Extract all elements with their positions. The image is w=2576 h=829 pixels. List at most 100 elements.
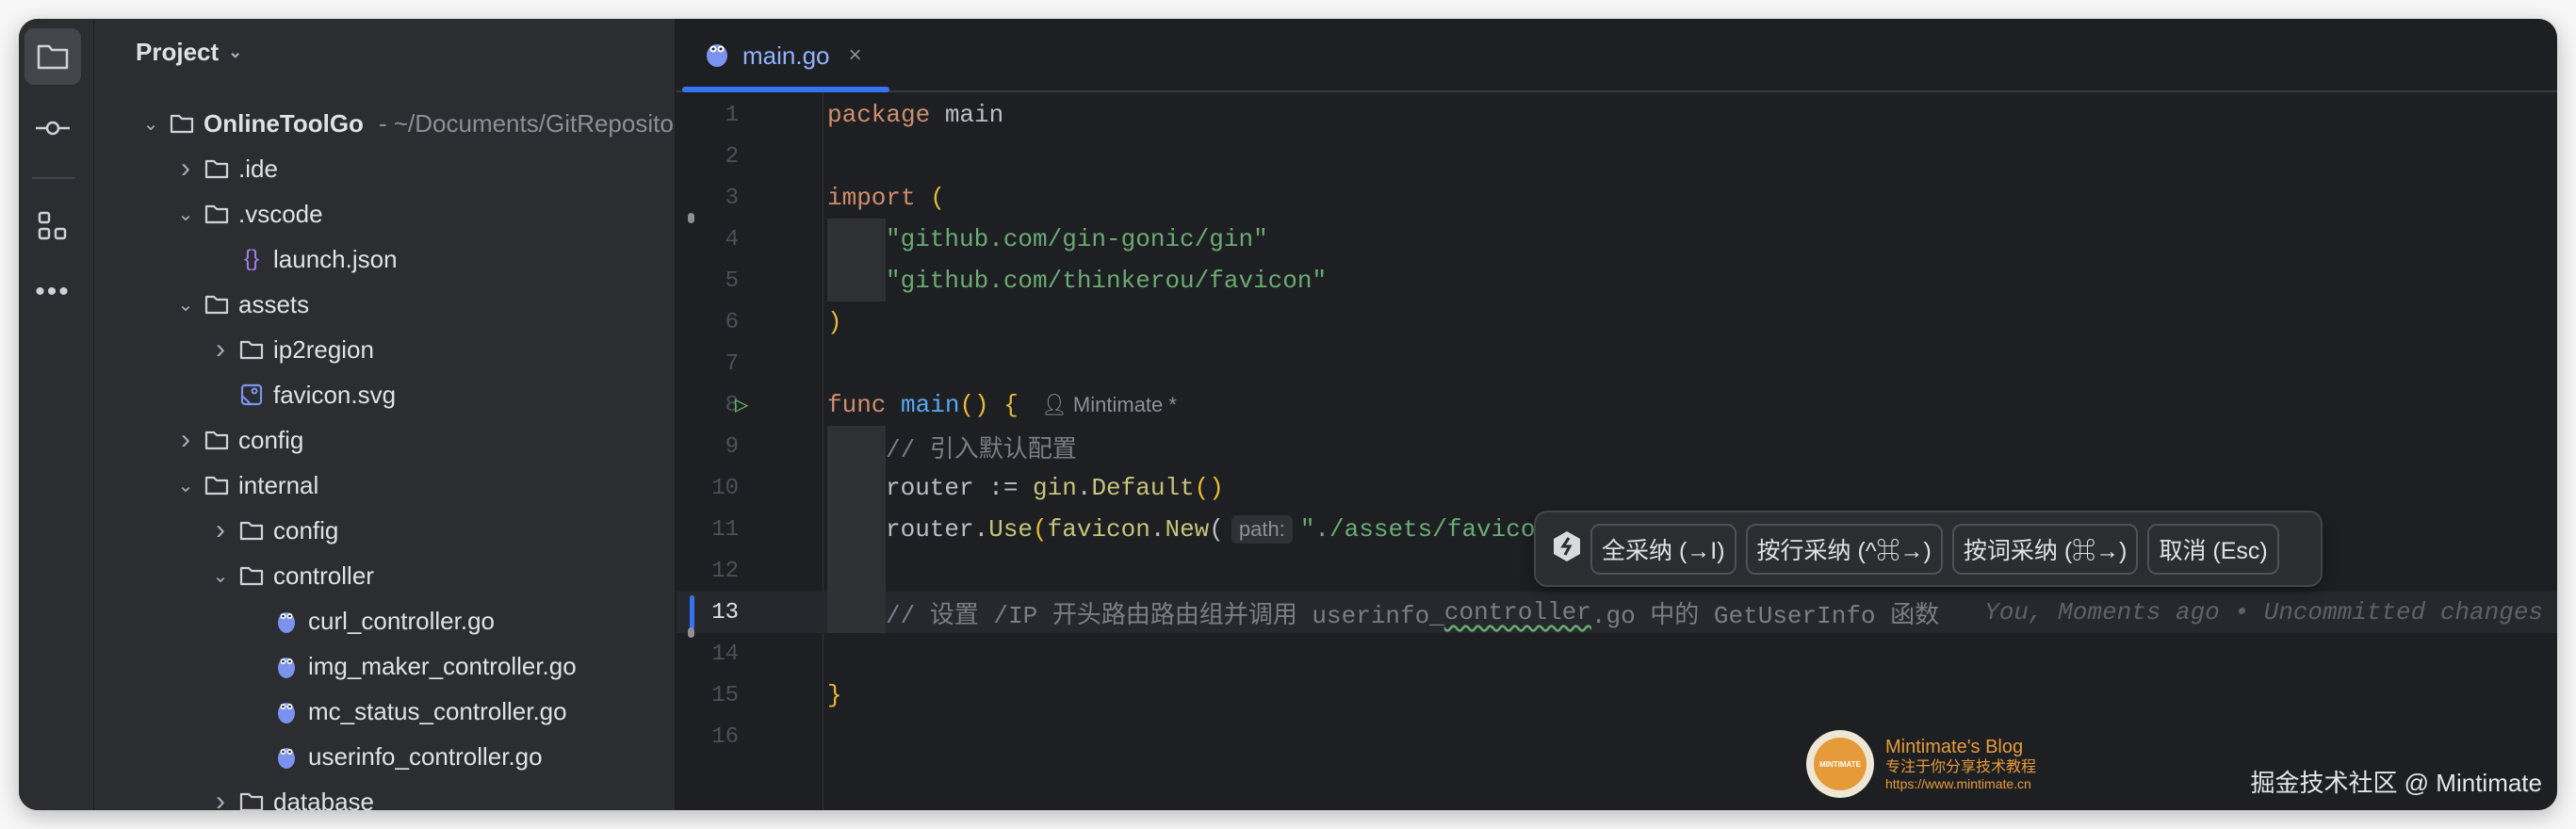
tab-main-go[interactable]: main.go ×: [682, 19, 889, 92]
blog-watermark: MINTIMATE Mintimate's Blog 专注于你分享技术教程 ht…: [1806, 730, 2036, 798]
tree-item-ip2region[interactable]: › ip2region: [94, 327, 675, 372]
code-content: ): [827, 301, 842, 343]
line-number: 13: [711, 599, 739, 626]
code-content: router. Use(favicon. New(path: "./assets/fa…: [827, 509, 1535, 550]
folder-icon: [203, 154, 231, 183]
tree-item-assets[interactable]: ⌄ assets: [94, 282, 675, 327]
activity-divider: [32, 177, 75, 179]
chevron-right-icon[interactable]: ›: [169, 424, 203, 456]
folder-icon: [237, 561, 266, 590]
tree-item-mc-status-controller-go[interactable]: mc_status_controller.go: [94, 689, 675, 734]
cancel-button[interactable]: 取消 (Esc): [2147, 523, 2279, 575]
code-token: // 设置 /IP 开头路由路由组并调用 userinfo_: [886, 601, 1444, 630]
code-line[interactable]: 6): [677, 301, 2557, 343]
line-number: 3: [725, 185, 739, 211]
chevron-right-icon[interactable]: ›: [204, 514, 237, 546]
fold-marker-icon[interactable]: [688, 627, 694, 638]
tree-item-label: internal: [238, 470, 319, 499]
code-line[interactable]: 1 package main: [677, 94, 2557, 136]
code-line[interactable]: 3 import (: [677, 177, 2557, 219]
tree-item-vscode[interactable]: ⌄ .vscode: [94, 191, 675, 236]
editor: main.go × 1 package main 2 3 import (4 "githu…: [677, 19, 2557, 810]
tree-item-curl-controller-go[interactable]: curl_controller.go: [94, 598, 675, 643]
indent-guide: [827, 509, 886, 550]
code-line[interactable]: 5 "github.com/thinkerou/favicon": [677, 260, 2557, 301]
code-line[interactable]: 16: [677, 716, 2557, 757]
tree-item-database[interactable]: › database: [94, 779, 675, 810]
code-token: {: [988, 391, 1019, 419]
chevron-down-icon[interactable]: ⌄: [169, 203, 203, 226]
project-sidebar: Project ⌄ ⌄ OnlineToolGo - ~/Documents/GitR…: [94, 19, 677, 810]
chevron-down-icon[interactable]: ⌄: [204, 564, 237, 588]
tree-item-img-maker-controller-go[interactable]: img_maker_controller.go: [94, 643, 675, 689]
code-line[interactable]: 2: [677, 136, 2557, 177]
more-icon[interactable]: •••: [24, 264, 81, 320]
tree-item-label: database: [273, 787, 374, 811]
project-view-selector[interactable]: Project ⌄: [136, 38, 242, 67]
tree-item-label: favicon.svg: [273, 380, 397, 409]
code-token: router.: [886, 515, 989, 544]
tree-item-ide[interactable]: › .ide: [94, 146, 675, 191]
code-token: main: [930, 101, 1004, 129]
project-folder-icon[interactable]: [24, 28, 81, 85]
code-line[interactable]: 4 "github.com/gin-gonic/gin": [677, 213, 2557, 260]
commit-icon[interactable]: [24, 100, 81, 156]
chevron-down-icon[interactable]: ⌄: [169, 474, 203, 497]
tree-item-config[interactable]: › config: [94, 417, 675, 463]
code-line[interactable]: 15}: [677, 675, 2557, 716]
line-number: 12: [711, 558, 739, 584]
accept-all-button[interactable]: 全采纳 (→I): [1590, 523, 1736, 575]
project-title: Project: [136, 38, 220, 66]
code-token: (: [1033, 515, 1048, 544]
close-icon[interactable]: ×: [849, 42, 862, 69]
line-number: 15: [711, 682, 739, 708]
activity-bar: •••: [19, 19, 94, 810]
code-line[interactable]: 7: [677, 343, 2557, 384]
code-content: // 设置 /IP 开头路由路由组并调用 userinfo_ controller…: [827, 592, 2543, 633]
tree-item-favicon-svg[interactable]: favicon.svg: [94, 372, 675, 417]
line-number: 9: [725, 433, 739, 460]
indent-guide: [827, 467, 886, 509]
code-line[interactable]: 13 // 设置 /IP 开头路由路由组并调用 userinfo_ controll…: [677, 592, 2557, 633]
line-number: 4: [725, 226, 739, 252]
fold-marker-icon[interactable]: [688, 213, 694, 223]
code-token: (: [1209, 515, 1224, 544]
accept-word-button[interactable]: 按词采纳 (⌘→): [1951, 523, 2139, 575]
line-number: 10: [711, 475, 739, 501]
go-file-icon: [272, 697, 301, 725]
code-lines[interactable]: 1 package main 2 3 import (4 "github.com/gin-…: [677, 94, 2557, 757]
code-content: // 引入默认配置: [827, 426, 1077, 467]
code-line[interactable]: 10 router := gin. Default(): [677, 467, 2557, 509]
root-path-hint: - ~/Documents/GitReposito: [378, 108, 674, 138]
chevron-right-icon[interactable]: ›: [169, 153, 203, 185]
user-icon: 👤︎: [1040, 393, 1073, 416]
chevron-down-icon[interactable]: ⌄: [134, 112, 168, 136]
tree-item-label: OnlineToolGo: [204, 108, 364, 138]
author-inlay-hint[interactable]: 👤︎ Mintimate *: [1041, 393, 1177, 417]
structure-icon[interactable]: [24, 198, 81, 254]
tree-item-OnlineToolGo[interactable]: ⌄ OnlineToolGo - ~/Documents/GitReposito: [94, 101, 675, 146]
tree-item-launch-json[interactable]: {} launch.json: [94, 236, 675, 282]
go-file-icon: [272, 742, 301, 771]
code-token: package: [827, 101, 931, 129]
tab-bar: main.go ×: [677, 19, 2557, 92]
tree-item-config[interactable]: › config: [94, 508, 675, 553]
code-token: .: [1076, 474, 1092, 502]
chevron-down-icon[interactable]: ⌄: [169, 293, 203, 317]
tree-item-userinfo-controller-go[interactable]: userinfo_controller.go: [94, 734, 675, 779]
watermark-url: https://www.mintimate.cn: [1885, 776, 2031, 792]
accept-line-button[interactable]: 按行采纳 (^⌘→): [1745, 523, 1943, 575]
tree-item-controller[interactable]: ⌄ controller: [94, 553, 675, 598]
folder-icon: [203, 200, 231, 228]
tree-item-internal[interactable]: ⌄ internal: [94, 463, 675, 508]
chevron-right-icon[interactable]: ›: [204, 333, 237, 366]
code-line[interactable]: 14: [677, 627, 2557, 675]
code-token: Default: [1091, 474, 1195, 502]
code-token: (): [959, 391, 989, 419]
code-token: // 引入默认配置: [886, 435, 1077, 464]
tree-item-label: img_maker_controller.go: [308, 651, 577, 680]
chevron-right-icon[interactable]: ›: [204, 786, 237, 810]
code-line[interactable]: 9 // 引入默认配置: [677, 426, 2557, 467]
run-icon[interactable]: ▷: [735, 391, 748, 419]
code-line[interactable]: 8 ▷ func main() {👤︎ Mintimate *: [677, 384, 2557, 426]
